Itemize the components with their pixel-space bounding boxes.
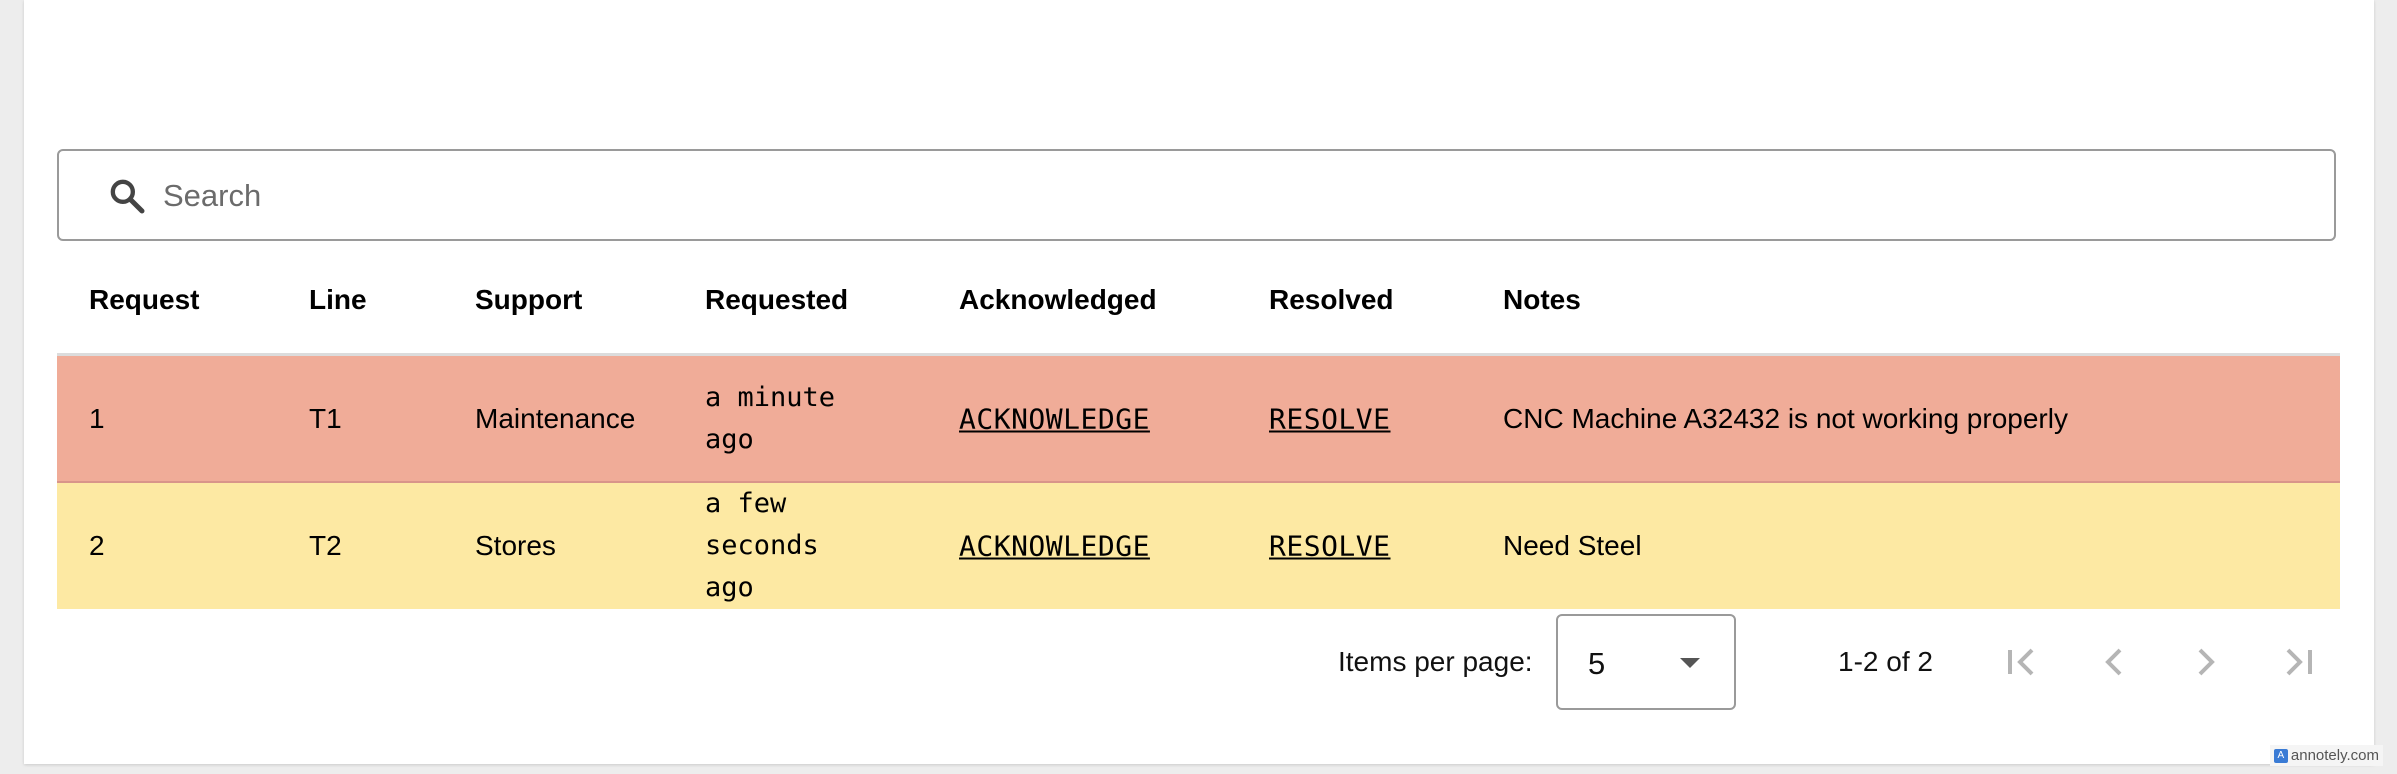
header-request[interactable]: Request — [89, 284, 199, 316]
items-per-page-value: 5 — [1588, 646, 1606, 681]
requests-card: Request Line Support Requested Acknowled… — [24, 0, 2374, 764]
requests-table: Request Line Support Requested Acknowled… — [57, 250, 2340, 609]
watermark-text: annotely.com — [2290, 747, 2379, 764]
items-per-page-label: Items per page: — [1338, 646, 1533, 677]
next-page-icon[interactable] — [2182, 638, 2230, 686]
cell-requested: a few seconds ago — [705, 488, 819, 603]
cell-request: 1 — [89, 402, 105, 434]
paginator: Items per page: 5 1-2 of 2 — [24, 614, 2374, 710]
items-per-page-select[interactable]: 5 — [1556, 614, 1736, 710]
previous-page-icon[interactable] — [2090, 638, 2138, 686]
cell-requested: a minute ago — [705, 381, 836, 455]
header-line[interactable]: Line — [309, 284, 367, 316]
acknowledge-button[interactable]: ACKNOWLEDGE — [959, 402, 1150, 435]
cell-line: T1 — [309, 402, 342, 434]
first-page-icon[interactable] — [1998, 638, 2046, 686]
cell-request: 2 — [89, 530, 105, 561]
page-range-label: 1-2 of 2 — [1838, 646, 1933, 677]
table-header-row: Request Line Support Requested Acknowled… — [57, 250, 2340, 356]
cell-line: T2 — [309, 530, 342, 561]
table-row[interactable]: 2 T2 Stores a few seconds ago ACKNOWLEDG… — [57, 483, 2340, 609]
annotely-logo-icon: A — [2273, 749, 2288, 764]
resolve-button[interactable]: RESOLVE — [1269, 402, 1391, 435]
search-field[interactable] — [57, 149, 2336, 241]
table-row[interactable]: 1 T1 Maintenance a minute ago ACKNOWLEDG… — [57, 356, 2340, 483]
watermark: Aannotely.com — [2269, 745, 2383, 766]
header-requested[interactable]: Requested — [705, 284, 848, 316]
header-notes[interactable]: Notes — [1503, 284, 1581, 316]
cell-notes: CNC Machine A32432 is not working proper… — [1503, 402, 2068, 434]
search-icon — [107, 176, 147, 216]
header-acknowledged[interactable]: Acknowledged — [959, 284, 1157, 316]
header-resolved[interactable]: Resolved — [1269, 284, 1394, 316]
cell-notes: Need Steel — [1503, 530, 1642, 561]
resolve-button[interactable]: RESOLVE — [1269, 530, 1391, 563]
cell-support: Maintenance — [475, 402, 636, 434]
acknowledge-button[interactable]: ACKNOWLEDGE — [959, 530, 1150, 563]
cell-support: Stores — [475, 530, 556, 561]
search-input[interactable] — [163, 169, 2263, 223]
last-page-icon[interactable] — [2274, 638, 2322, 686]
dropdown-arrow-icon — [1680, 658, 1700, 668]
header-support[interactable]: Support — [475, 284, 582, 316]
